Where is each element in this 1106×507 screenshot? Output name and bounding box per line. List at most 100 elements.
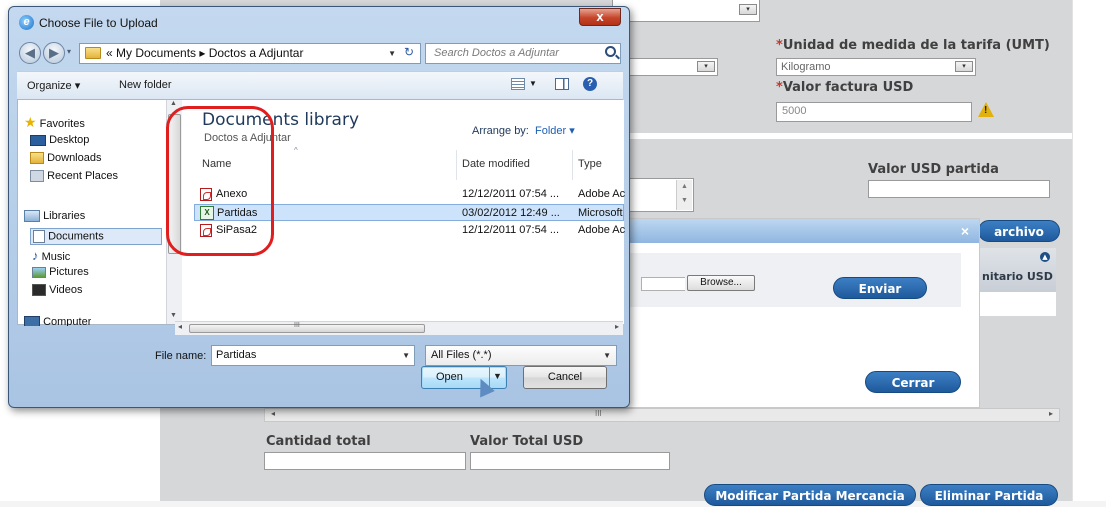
- recent-dropdown-icon[interactable]: ▾: [67, 47, 71, 56]
- valor-usd-partida-input[interactable]: [868, 180, 1050, 198]
- refresh-icon[interactable]: ↻: [400, 43, 418, 62]
- grid-header-precio: ▲ nitario USD: [980, 248, 1056, 292]
- address-row: ◀ ▶ ▾ « My Documents ▸ Doctos a Adjuntar…: [17, 41, 623, 67]
- file-date: 12/12/2011 07:54 ...: [462, 224, 560, 236]
- chevron-down-icon[interactable]: ▼: [388, 44, 396, 63]
- music-icon: ♪: [32, 248, 39, 263]
- grid-cell: [980, 292, 1056, 316]
- nav-downloads[interactable]: Downloads: [30, 152, 101, 165]
- search-icon[interactable]: [605, 46, 616, 57]
- file-type: Adobe Ac: [578, 188, 626, 200]
- view-dropdown-icon[interactable]: ▼: [529, 79, 537, 88]
- sort-up-icon: ^: [294, 146, 298, 155]
- umt-select-value: Kilogramo: [781, 61, 831, 73]
- valor-factura-label: *Valor factura USD: [776, 80, 914, 95]
- nav-computer[interactable]: Computer: [24, 316, 91, 326]
- chevron-down-icon[interactable]: ▼: [603, 346, 611, 365]
- search-input[interactable]: Search Doctos a Adjuntar: [425, 43, 621, 64]
- chevron-down-icon[interactable]: ▼: [402, 346, 410, 365]
- upload-file-input[interactable]: [641, 277, 685, 291]
- adjuntar-archivo-button[interactable]: archivo: [978, 220, 1060, 242]
- pictures-icon: [32, 266, 46, 278]
- nav-videos[interactable]: Videos: [32, 284, 83, 297]
- open-button-label: Open: [436, 371, 463, 383]
- textarea-scrollbar[interactable]: ▲ ▼: [676, 180, 692, 210]
- address-bar[interactable]: « My Documents ▸ Doctos a Adjuntar ▼ ↻: [79, 43, 421, 64]
- cancel-button[interactable]: Cancel: [523, 366, 607, 389]
- downloads-icon: [30, 152, 44, 165]
- view-options-icon[interactable]: [511, 78, 525, 90]
- scroll-down-icon[interactable]: ▼: [170, 312, 177, 319]
- nav-documents[interactable]: Documents: [30, 228, 162, 245]
- scroll-grip: III: [294, 322, 300, 329]
- nav-music[interactable]: ♪ Music: [32, 248, 70, 263]
- file-type-filter[interactable]: All Files (*.*) ▼: [425, 345, 617, 366]
- cantidad-total-label: Cantidad total: [266, 434, 371, 449]
- command-toolbar: Organize ▾ New folder ▼ ?: [17, 71, 623, 99]
- navigation-pane: ★ Favorites Desktop Downloads Recent Pla…: [18, 100, 166, 326]
- valor-total-label: Valor Total USD: [470, 434, 584, 449]
- scroll-left-icon[interactable]: ◂: [178, 322, 182, 331]
- folder-icon: [85, 47, 101, 59]
- scroll-up-icon[interactable]: ▲: [170, 100, 177, 107]
- help-icon[interactable]: ?: [583, 77, 597, 91]
- file-type: Adobe Ac: [578, 224, 626, 236]
- chevron-down-icon: ▾: [955, 61, 973, 72]
- mid-select[interactable]: ▾: [628, 58, 718, 76]
- file-date: 03/02/2012 12:49 ...: [462, 207, 560, 219]
- close-button[interactable]: x: [579, 8, 621, 26]
- filter-value: All Files (*.*): [431, 349, 492, 361]
- valor-factura-input[interactable]: 5000: [776, 102, 972, 122]
- videos-icon: [32, 284, 46, 297]
- file-upload-dialog: e Choose File to Upload x ◀ ▶ ▾ « My Doc…: [8, 6, 630, 408]
- enviar-button[interactable]: Enviar: [833, 277, 927, 299]
- nav-pictures[interactable]: Pictures: [32, 266, 89, 278]
- umt-select[interactable]: Kilogramo ▾: [776, 58, 976, 76]
- column-separator[interactable]: [456, 150, 457, 180]
- back-arrow-icon[interactable]: ◀: [19, 42, 41, 64]
- preview-pane-icon[interactable]: [555, 78, 569, 90]
- file-date: 12/12/2011 07:54 ...: [462, 188, 560, 200]
- close-icon[interactable]: ×: [961, 223, 969, 239]
- file-name-value: Partidas: [216, 349, 257, 361]
- scroll-right-icon[interactable]: ▸: [615, 322, 619, 331]
- eliminar-partida-button[interactable]: Eliminar Partida: [920, 484, 1058, 506]
- valor-total-input[interactable]: [470, 452, 670, 470]
- column-separator[interactable]: [572, 150, 573, 180]
- new-folder-button[interactable]: New folder: [119, 79, 172, 91]
- nav-recent-places[interactable]: Recent Places: [30, 170, 118, 183]
- file-list-horizontal-scrollbar[interactable]: ◂ III ▸: [175, 321, 623, 335]
- cantidad-total-input[interactable]: [264, 452, 466, 470]
- dialog-title: Choose File to Upload: [39, 16, 158, 30]
- arrange-by[interactable]: Arrange by: Folder ▾: [472, 124, 575, 137]
- organize-button[interactable]: Organize ▾: [27, 79, 80, 92]
- file-name-label: File name:: [155, 350, 207, 362]
- arrange-by-value[interactable]: Folder ▾: [535, 125, 575, 137]
- scroll-right-icon[interactable]: ▸: [1049, 409, 1053, 418]
- file-name-input[interactable]: Partidas ▼: [211, 345, 415, 366]
- internet-explorer-icon: e: [19, 15, 34, 30]
- breadcrumb[interactable]: « My Documents ▸ Doctos a Adjuntar: [106, 46, 303, 60]
- computer-icon: [24, 316, 40, 326]
- column-type[interactable]: Type: [578, 158, 602, 170]
- grid-horizontal-scrollbar[interactable]: ◂ III ▸: [264, 408, 1060, 422]
- cerrar-button[interactable]: Cerrar: [865, 371, 961, 393]
- top-select[interactable]: ▾: [612, 0, 760, 22]
- nav-libraries[interactable]: Libraries: [24, 210, 85, 223]
- warning-icon: !: [978, 102, 994, 117]
- browse-button[interactable]: Browse...: [687, 275, 755, 291]
- sort-icon[interactable]: ▲: [1040, 252, 1050, 262]
- scroll-left-icon[interactable]: ◂: [271, 409, 275, 418]
- umt-label: *Unidad de medida de la tarifa (UMT): [776, 38, 1050, 53]
- scroll-grip: III: [595, 409, 602, 418]
- web-right-margin: [1072, 0, 1106, 501]
- scroll-thumb[interactable]: III: [189, 322, 425, 333]
- valor-usd-partida-label: Valor USD partida: [868, 162, 999, 177]
- search-placeholder: Search Doctos a Adjuntar: [434, 47, 559, 59]
- libraries-icon: [24, 210, 40, 223]
- column-date[interactable]: Date modified: [462, 158, 530, 170]
- modificar-partida-button[interactable]: Modificar Partida Mercancia: [704, 484, 916, 506]
- forward-arrow-icon[interactable]: ▶: [43, 42, 65, 64]
- nav-favorites[interactable]: ★ Favorites: [24, 114, 85, 131]
- nav-desktop[interactable]: Desktop: [30, 134, 89, 146]
